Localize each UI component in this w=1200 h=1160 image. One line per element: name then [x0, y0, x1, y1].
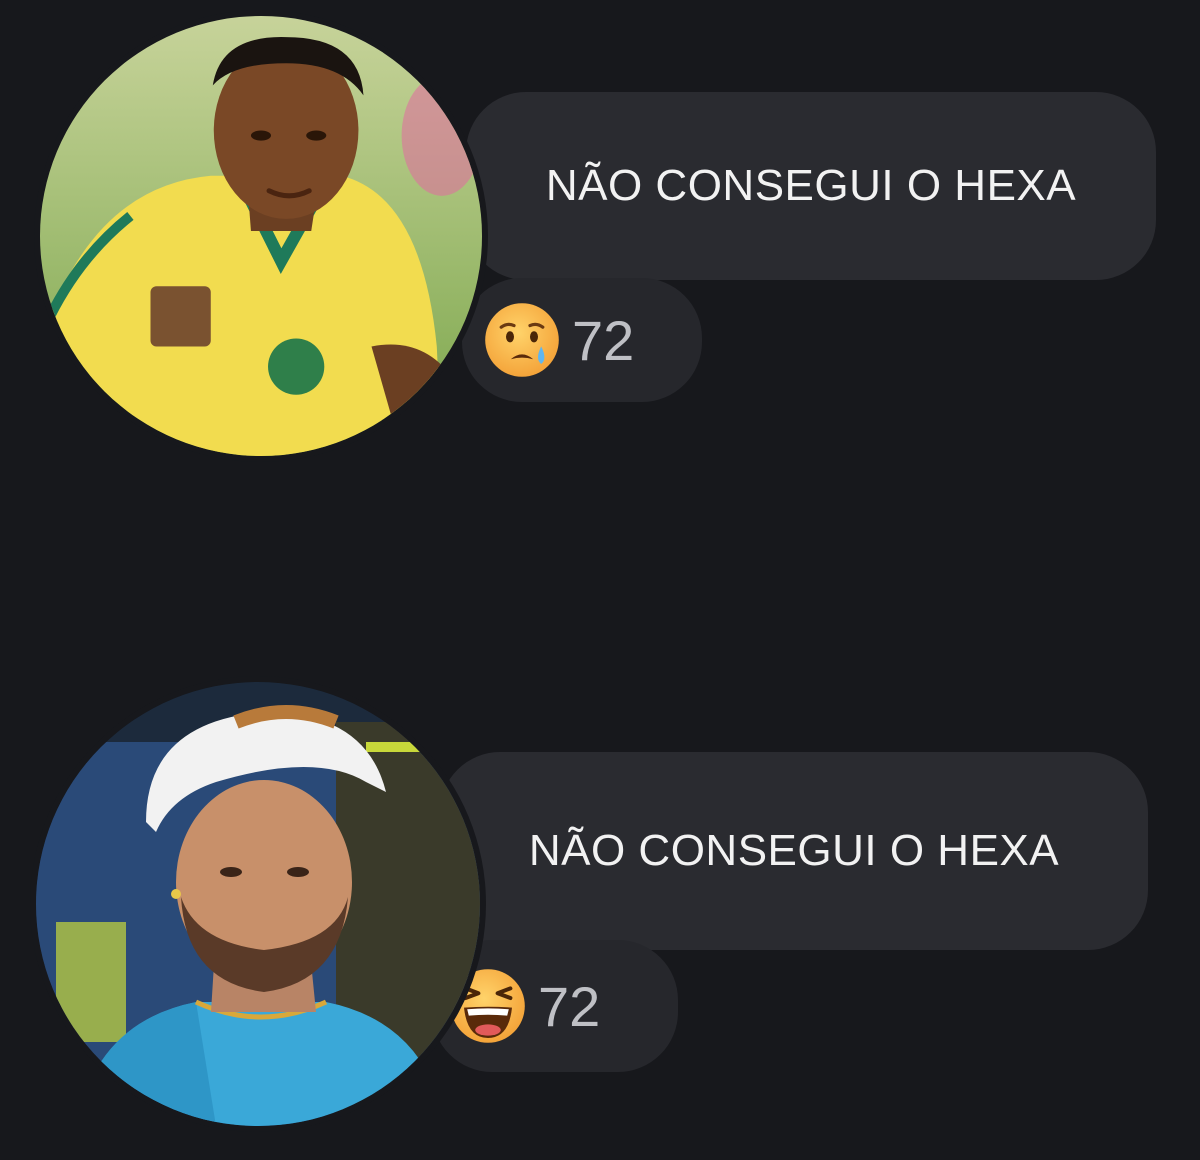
message-text: NÃO CONSEGUI O HEXA	[545, 161, 1077, 210]
reaction-pill[interactable]: 72	[462, 278, 702, 402]
reaction-count: 72	[572, 308, 635, 372]
message-text: NÃO CONSEGUI O HEXA	[528, 826, 1060, 875]
message-item-2: NÃO CONSEGUI O HEXA 72	[0, 660, 1200, 1140]
message-item-1: NÃO CONSEGUI O HEXA 72	[0, 0, 1200, 470]
player-yellow-jersey-avatar[interactable]	[40, 16, 482, 456]
sad-tear-face-icon	[485, 303, 559, 377]
message-bubble[interactable]: NÃO CONSEGUI O HEXA	[466, 92, 1156, 280]
message-bubble[interactable]: NÃO CONSEGUI O HEXA	[440, 752, 1148, 950]
player-white-cap-avatar[interactable]	[36, 682, 480, 1126]
reaction-count: 72	[538, 974, 601, 1038]
